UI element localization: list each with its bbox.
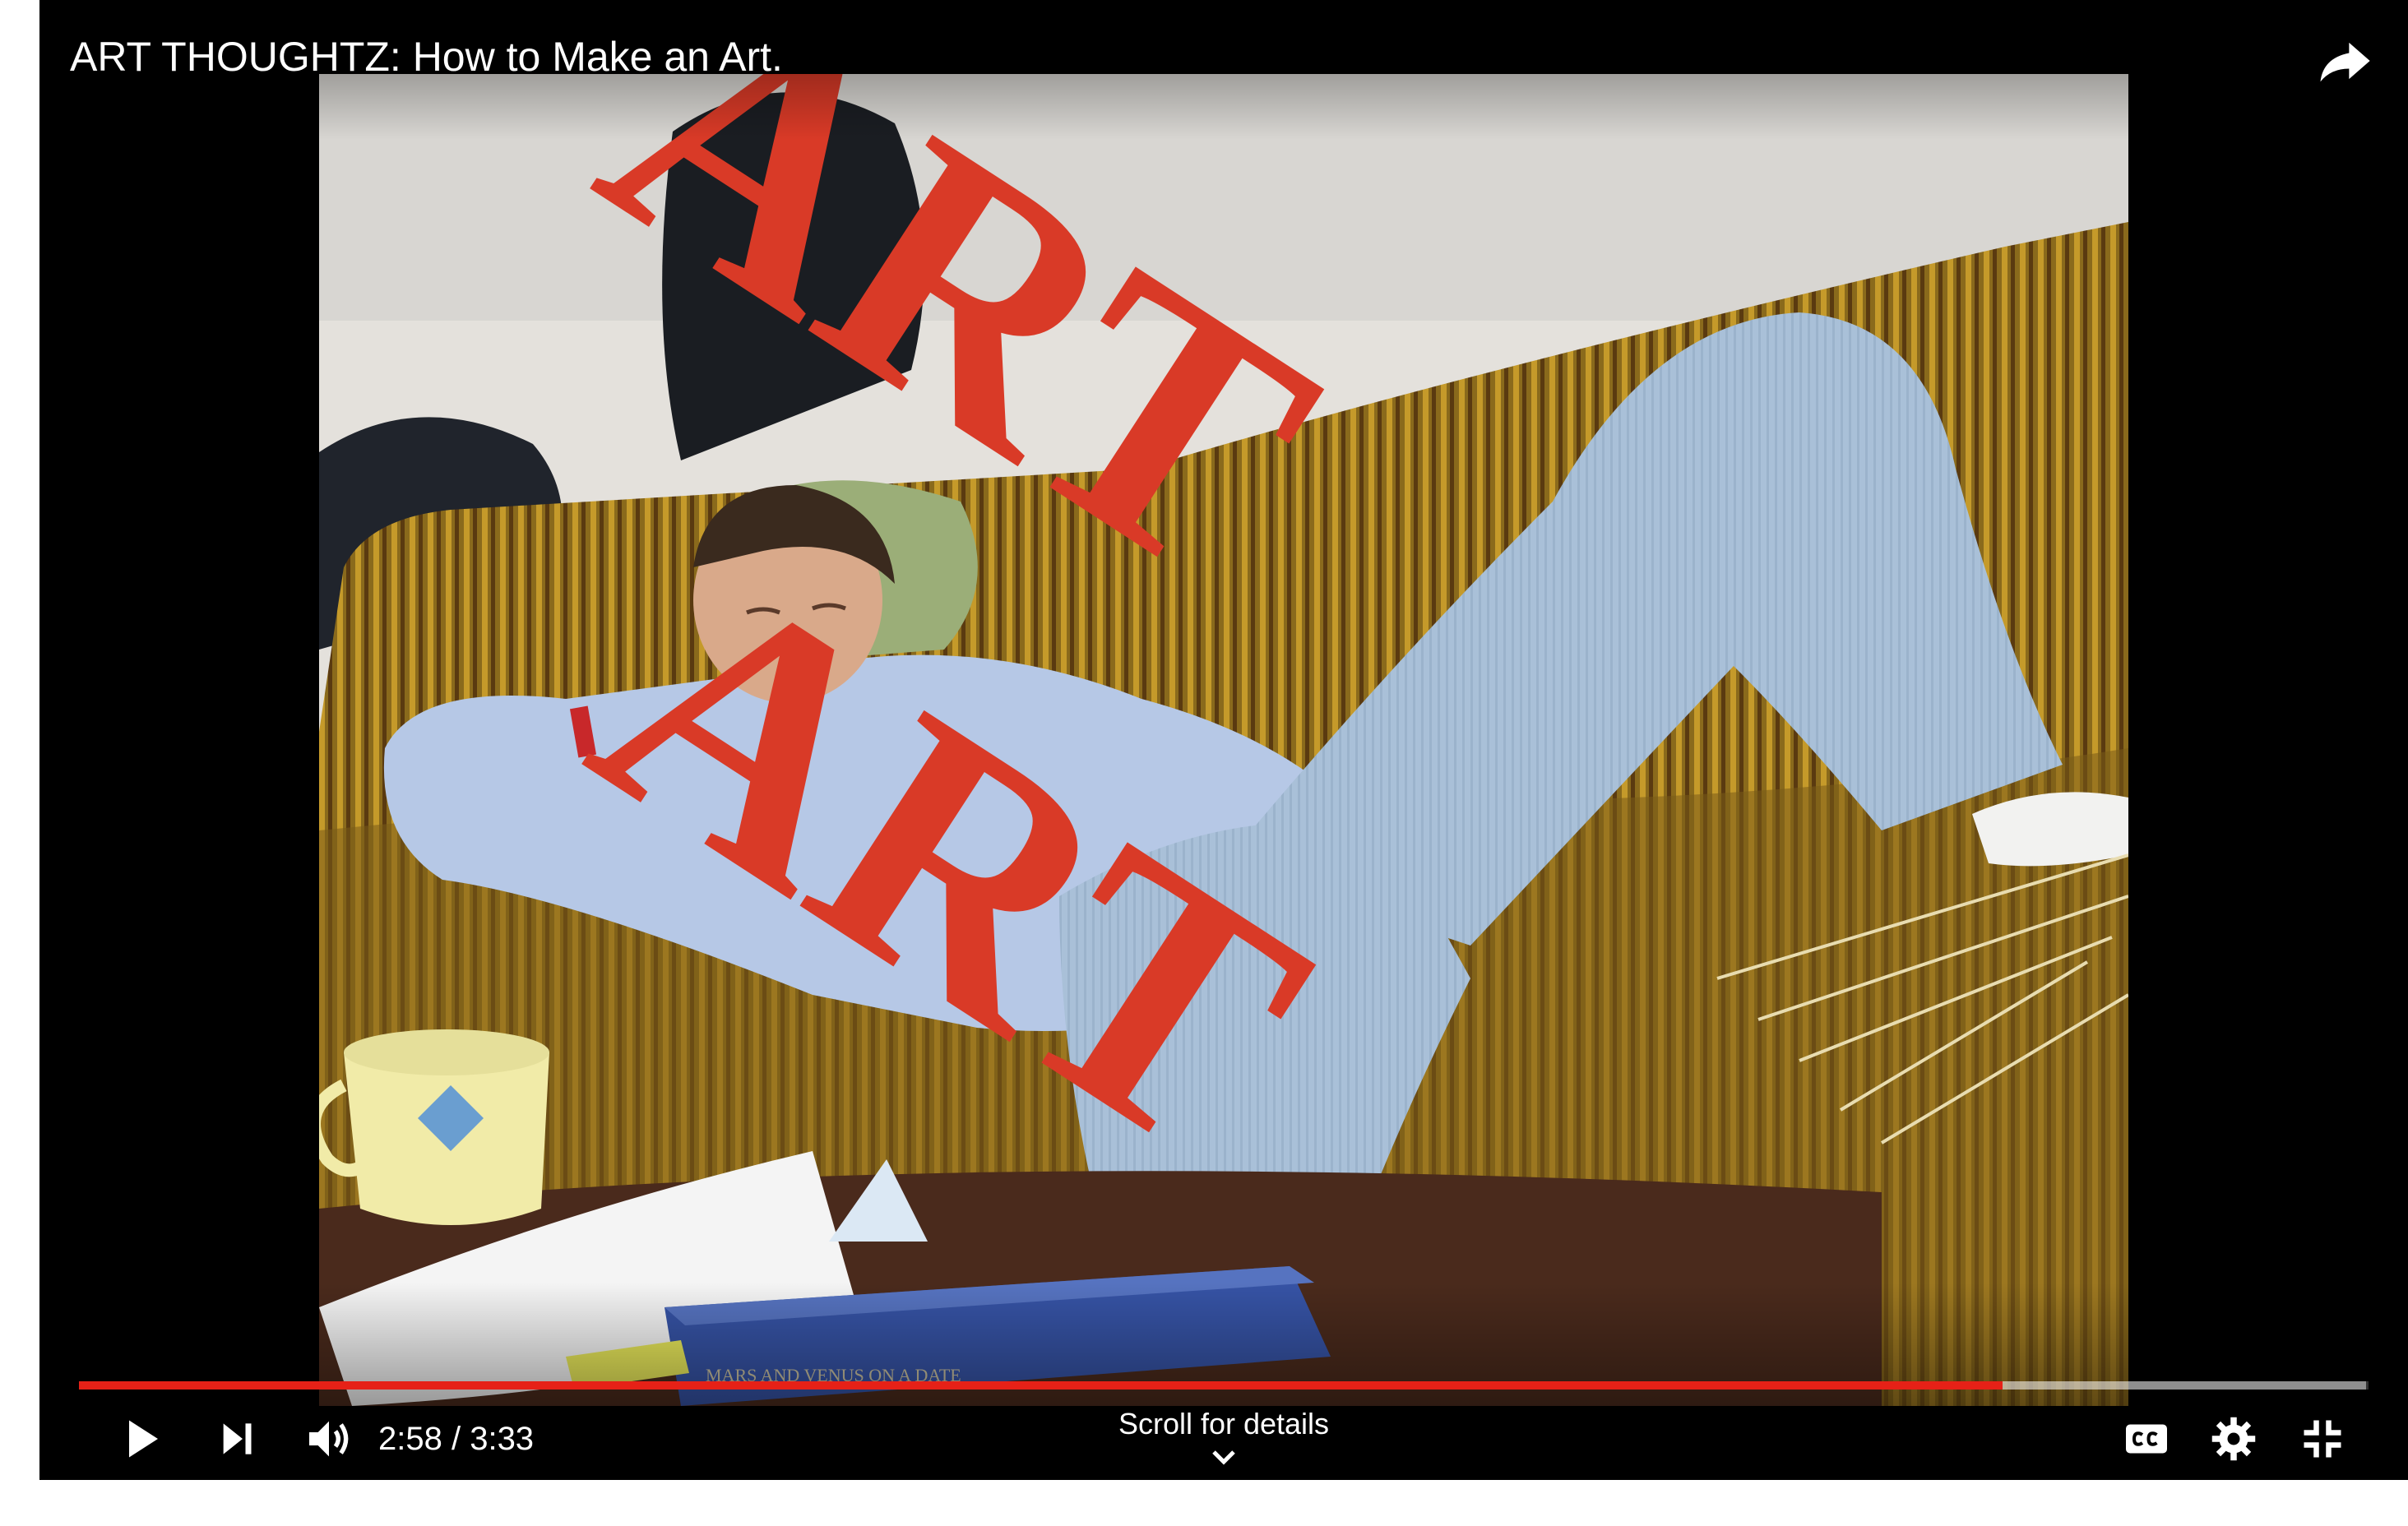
progress-played [79, 1381, 2003, 1390]
time-separator: / [442, 1421, 470, 1457]
exit-fullscreen-icon [2304, 1420, 2341, 1458]
progress-bar[interactable] [79, 1381, 2369, 1390]
settings-icon [2211, 1417, 2256, 1461]
settings-button[interactable] [2201, 1406, 2267, 1472]
next-button[interactable] [204, 1406, 270, 1472]
next-icon [223, 1423, 252, 1454]
control-bar: 2:58 / 3:33 Scroll for details [39, 1398, 2408, 1480]
scroll-for-details[interactable]: Scroll for details [1059, 1406, 1388, 1468]
captions-button[interactable] [2114, 1406, 2179, 1472]
video-title[interactable]: ART THOUGHTZ: How to Make an Art. [70, 31, 783, 82]
video-frame[interactable]: MARS AND VENUS ON A DATE ART ART [319, 74, 2128, 1406]
exit-fullscreen-button[interactable] [2290, 1406, 2355, 1472]
time-duration: 3:33 [470, 1421, 535, 1457]
volume-button[interactable] [296, 1406, 362, 1472]
play-icon [129, 1420, 158, 1458]
chevron-down-icon [1212, 1450, 1235, 1465]
volume-icon [309, 1421, 349, 1457]
share-icon [2320, 42, 2370, 82]
scroll-hint-label: Scroll for details [1118, 1407, 1330, 1440]
play-button[interactable] [109, 1406, 174, 1472]
video-player[interactable]: MARS AND VENUS ON A DATE ART ART ART THO… [39, 0, 2408, 1480]
cc-icon [2126, 1424, 2167, 1454]
share-button[interactable] [2313, 30, 2375, 92]
time-current: 2:58 [378, 1421, 442, 1457]
time-display: 2:58 / 3:33 [378, 1416, 534, 1462]
video-frame-image: MARS AND VENUS ON A DATE ART ART [319, 74, 2128, 1406]
